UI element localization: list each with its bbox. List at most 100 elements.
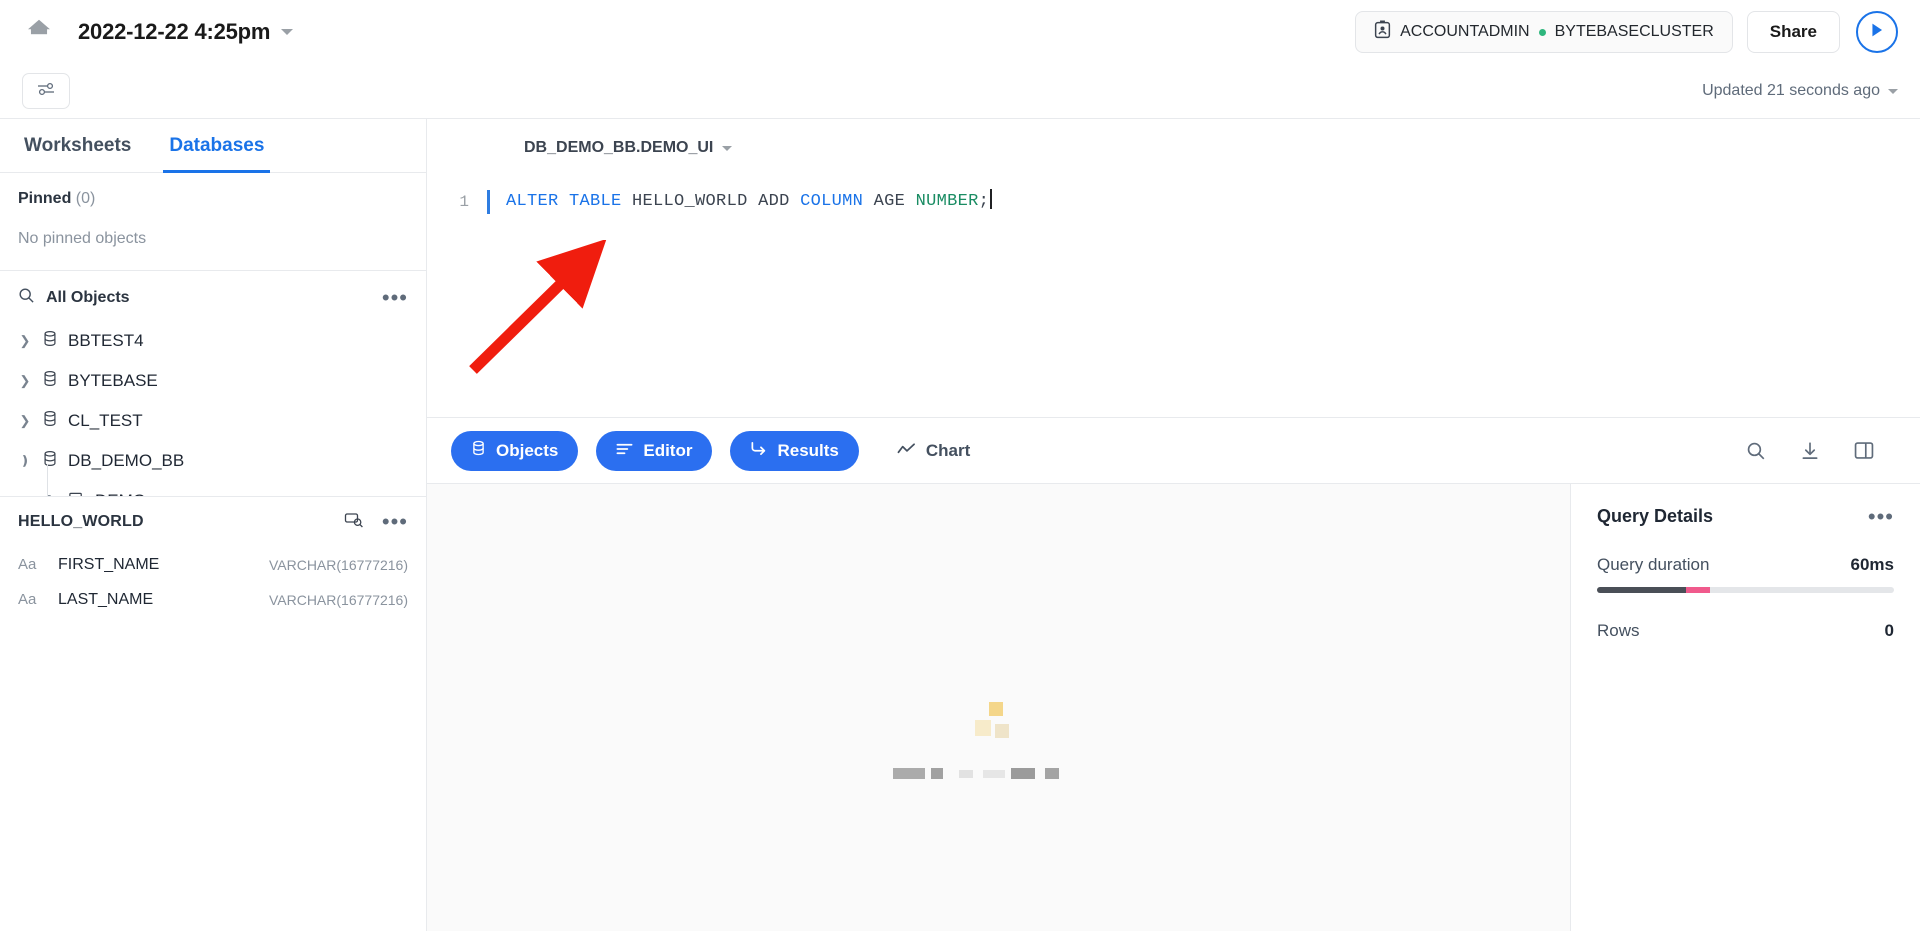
sub-bar: Updated 21 seconds ago	[0, 64, 1920, 118]
search-results-icon[interactable]	[1746, 441, 1766, 461]
sql-token: TABLE	[569, 192, 622, 211]
tree-item-cl-test[interactable]: ❯ CL_TEST	[0, 401, 426, 441]
table-detail-header: HELLO_WORLD •••	[18, 497, 408, 547]
tab-results[interactable]: Results	[730, 430, 859, 471]
empty-results-illustration	[849, 694, 1149, 819]
play-icon	[1870, 22, 1884, 43]
tab-label: Chart	[925, 440, 971, 460]
database-icon	[471, 440, 486, 461]
column-name: LAST_NAME	[58, 590, 154, 608]
rows-label: Rows	[1597, 621, 1640, 640]
duration-segment-compile	[1597, 587, 1687, 593]
id-badge-icon	[1374, 20, 1391, 44]
updated-status[interactable]: Updated 21 seconds ago	[1702, 82, 1898, 100]
tab-databases[interactable]: Databases	[163, 119, 271, 173]
chevron-down-icon[interactable]	[722, 145, 733, 151]
table-preview-icon[interactable]	[344, 511, 364, 534]
tree-item-db-demo-bb[interactable]: ❫ DB_DEMO_BB	[0, 441, 426, 481]
search-icon[interactable]	[18, 287, 35, 309]
query-details-header: Query Details •••	[1597, 505, 1894, 527]
rows-value: 0	[1884, 621, 1894, 640]
duration-progress-bar	[1597, 587, 1894, 593]
chevron-down-icon[interactable]: ❫	[18, 453, 32, 469]
sql-token: NUMBER	[915, 192, 979, 211]
tab-worksheets[interactable]: Worksheets	[18, 119, 137, 172]
home-button[interactable]	[18, 11, 60, 53]
download-results-icon[interactable]	[1800, 441, 1820, 461]
snowsight-worksheet: 2022-12-22 4:25pm ACCOUNTADMIN BYTEBASEC…	[0, 0, 1920, 931]
tab-chart[interactable]: Chart	[877, 431, 990, 471]
results-area: Query Details ••• Query duration 60ms Ro…	[427, 483, 1920, 931]
table-detail-panel: HELLO_WORLD ••• Aa FIRST_NAME VARCHAR(16…	[0, 496, 426, 931]
active-line-indicator	[487, 190, 490, 214]
database-schema-selector[interactable]: DB_DEMO_BB.DEMO_UI	[524, 139, 733, 157]
pinned-empty-text: No pinned objects	[18, 230, 147, 247]
sidebar-tabs: Worksheets Databases	[0, 119, 426, 173]
sql-token: ALTER	[506, 192, 559, 211]
line-chart-icon	[897, 441, 916, 461]
query-duration-row: Query duration 60ms	[1597, 555, 1894, 575]
body: Worksheets Databases Pinned (0) No pinne…	[0, 118, 1920, 931]
panel-title: Query Details	[1597, 506, 1714, 526]
share-label: Share	[1769, 22, 1817, 41]
column-name: FIRST_NAME	[58, 555, 160, 573]
duration-segment-execute	[1686, 587, 1710, 593]
context-bar: DB_DEMO_BB.DEMO_UI	[427, 119, 1920, 177]
sql-editor[interactable]: 1 ALTER TABLE HELLO_WORLD ADD COLUMN AGE…	[427, 177, 1920, 417]
database-tree: ❯ BBTEST4 ❯ BYTEBASE ❯ CL_TEST ❫ DB_DEMO…	[0, 321, 426, 496]
ellipsis-icon[interactable]: •••	[382, 287, 408, 309]
tab-label: Objects	[496, 440, 559, 460]
settings-sliders-icon	[36, 81, 56, 102]
schema-icon	[68, 491, 85, 496]
text-type-icon: Aa	[18, 556, 37, 573]
tree-item-label: BBTEST4	[68, 331, 144, 350]
ellipsis-icon[interactable]: •••	[382, 511, 408, 533]
query-duration-label: Query duration	[1597, 555, 1710, 574]
context-label: DB_DEMO_BB.DEMO_UI	[524, 139, 714, 156]
sql-token: COLUMN	[800, 192, 864, 211]
sql-statement[interactable]: ALTER TABLE HELLO_WORLD ADD COLUMN AGE N…	[506, 189, 992, 215]
ellipsis-icon[interactable]: •••	[1868, 505, 1894, 527]
arrow-return-icon	[750, 440, 767, 461]
share-button[interactable]: Share	[1746, 11, 1840, 53]
table-name: HELLO_WORLD	[18, 513, 144, 530]
chevron-right-icon[interactable]: ❯	[18, 373, 32, 389]
home-icon	[25, 16, 53, 49]
tab-editor[interactable]: Editor	[596, 430, 713, 471]
main-area: DB_DEMO_BB.DEMO_UI 1 ALTER TABLE HELLO_W…	[427, 119, 1920, 931]
run-query-button[interactable]	[1856, 11, 1898, 53]
sql-token: HELLO_WORLD ADD	[621, 192, 801, 211]
status-dot-icon	[1538, 28, 1546, 36]
results-toolbar	[1746, 441, 1896, 461]
table-detail-actions: •••	[344, 511, 408, 534]
text-cursor	[990, 189, 992, 209]
tree-item-bytebase[interactable]: ❯ BYTEBASE	[0, 361, 426, 401]
tab-objects[interactable]: Objects	[451, 430, 579, 471]
database-icon	[42, 410, 58, 432]
role-warehouse-selector[interactable]: ACCOUNTADMIN BYTEBASECLUSTER	[1355, 11, 1733, 53]
line-number: 1	[459, 193, 469, 211]
worksheet-title-group[interactable]: 2022-12-22 4:25pm	[78, 19, 294, 45]
table-row[interactable]: Aa LAST_NAME VARCHAR(16777216)	[18, 582, 408, 617]
pinned-count: (0)	[75, 190, 96, 207]
chevron-right-icon[interactable]: ❯	[18, 333, 32, 349]
all-objects-label: All Objects	[46, 289, 130, 306]
chevron-down-icon[interactable]	[281, 29, 294, 35]
database-icon	[42, 330, 58, 352]
chevron-down-icon[interactable]	[1888, 88, 1898, 94]
chevron-right-icon[interactable]: ❯	[18, 413, 32, 429]
top-bar: 2022-12-22 4:25pm ACCOUNTADMIN BYTEBASEC…	[0, 0, 1920, 64]
rows-row: Rows 0	[1597, 621, 1894, 641]
code-line-1: 1 ALTER TABLE HELLO_WORLD ADD COLUMN AGE…	[427, 177, 1920, 215]
table-row[interactable]: Aa FIRST_NAME VARCHAR(16777216)	[18, 547, 408, 582]
query-details-panel: Query Details ••• Query duration 60ms Ro…	[1570, 484, 1920, 931]
worksheet-settings-button[interactable]	[22, 73, 70, 109]
tree-item-label: DB_DEMO_BB	[68, 451, 185, 470]
column-type: VARCHAR(16777216)	[268, 556, 408, 573]
toggle-panel-icon[interactable]	[1854, 441, 1874, 460]
tab-label: Results	[777, 440, 839, 460]
tree-item-demo[interactable]: ❯ DEMO	[0, 481, 426, 496]
all-objects-row[interactable]: All Objects •••	[0, 271, 426, 321]
tree-item-bbtest4[interactable]: ❯ BBTEST4	[0, 321, 426, 361]
